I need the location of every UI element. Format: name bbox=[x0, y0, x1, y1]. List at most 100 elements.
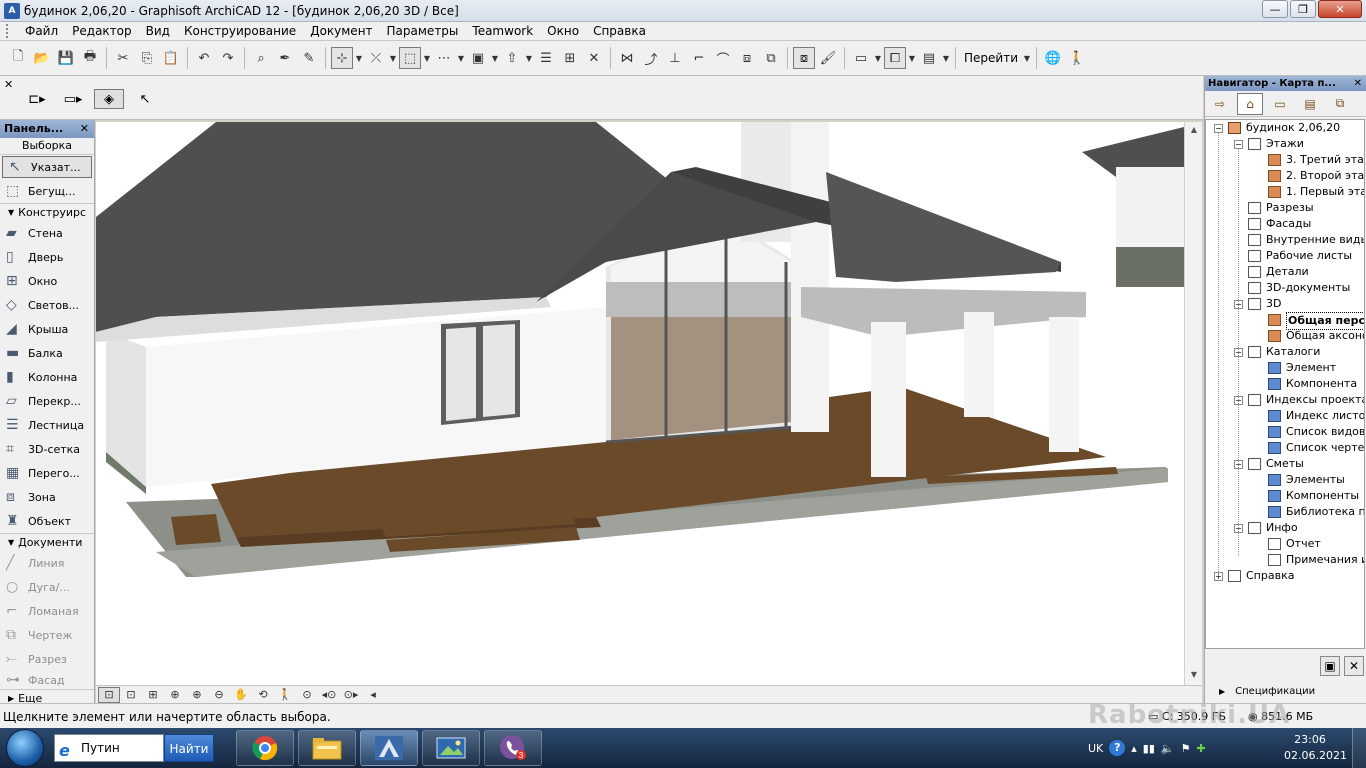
publisher-icon[interactable]: ⧉ bbox=[1327, 93, 1353, 115]
close-icon[interactable]: ✕ bbox=[1354, 76, 1362, 91]
goto-button[interactable]: Перейти bbox=[960, 51, 1022, 65]
taskbar-chrome[interactable] bbox=[236, 730, 294, 766]
save-icon[interactable]: 💾 bbox=[55, 47, 77, 69]
menu-grip[interactable] bbox=[6, 24, 14, 38]
tree-item[interactable]: Фасады bbox=[1206, 216, 1364, 232]
menu-file[interactable]: Файл bbox=[18, 22, 65, 41]
tool-arc[interactable]: ○ Дуга/... bbox=[0, 575, 94, 599]
3d-window-icon[interactable]: ⧠ bbox=[884, 47, 906, 69]
elevate-dropdown[interactable]: ▼ bbox=[524, 47, 534, 69]
zoom-out-icon[interactable]: ⊖ bbox=[208, 687, 230, 703]
project-chooser-icon[interactable]: ⇨ bbox=[1207, 93, 1233, 115]
tool-pointer[interactable]: ↖ Указат... bbox=[2, 156, 92, 178]
tree-item[interactable]: 1. Первый этаж bbox=[1206, 184, 1364, 200]
project-map-tree[interactable]: − будинок 2,06,20− Этажи 3. Третий этаж 2. В… bbox=[1205, 119, 1365, 649]
globe-icon[interactable]: 🌐 bbox=[1042, 47, 1064, 69]
volume-icon[interactable]: 🔈 bbox=[1161, 742, 1175, 755]
tree-item[interactable]: − Сметы bbox=[1206, 456, 1364, 472]
menu-edit[interactable]: Редактор bbox=[65, 22, 138, 41]
scroll-down-icon[interactable]: ▼ bbox=[1185, 667, 1203, 683]
network-icon[interactable]: ▮▮ bbox=[1143, 742, 1155, 755]
tool-elevation[interactable]: ⊶ Фасад bbox=[0, 671, 94, 689]
fit-in-window-icon[interactable]: ⊞ bbox=[142, 687, 164, 703]
adjust-icon[interactable]: ⤴ bbox=[640, 47, 662, 69]
delete-icon[interactable]: ✕ bbox=[1344, 656, 1364, 676]
arrow-pointer-icon[interactable]: ↖ bbox=[130, 89, 160, 109]
scroll-left-icon[interactable]: ◂ bbox=[362, 687, 384, 703]
undo-icon[interactable]: ↶ bbox=[193, 47, 215, 69]
tree-item[interactable]: Компонента bbox=[1206, 376, 1364, 392]
tree-item[interactable]: − Этажи bbox=[1206, 136, 1364, 152]
tree-item[interactable]: − будинок 2,06,20 bbox=[1206, 120, 1364, 136]
paste-icon[interactable]: 📋 bbox=[160, 47, 182, 69]
menu-options[interactable]: Параметры bbox=[380, 22, 466, 41]
redo-icon[interactable]: ↷ bbox=[217, 47, 239, 69]
polygon-select-icon[interactable]: ⊏▸ bbox=[22, 89, 52, 109]
tree-item[interactable]: 2. Второй этаж bbox=[1206, 168, 1364, 184]
marker-icon[interactable]: 🖌 bbox=[817, 47, 839, 69]
layout-book-icon[interactable]: ▤ bbox=[1297, 93, 1323, 115]
tree-item[interactable]: + Справка bbox=[1206, 568, 1364, 584]
tree-item[interactable]: 3D-документы bbox=[1206, 280, 1364, 296]
layout-dropdown[interactable]: ▼ bbox=[941, 47, 951, 69]
suspend-groups-icon[interactable]: ⬚ bbox=[399, 47, 421, 69]
menu-window[interactable]: Окно bbox=[540, 22, 586, 41]
specifications-toggle[interactable]: ▶ Спецификации bbox=[1219, 686, 1315, 697]
tree-item[interactable]: Библиотека по bbox=[1206, 504, 1364, 520]
view-dropdown[interactable]: ▼ bbox=[873, 47, 883, 69]
start-button[interactable] bbox=[6, 729, 44, 767]
tool-object[interactable]: ♜ Объект bbox=[0, 509, 94, 533]
print-icon[interactable]: 🖶 bbox=[79, 47, 101, 69]
rectangle-select-icon[interactable]: ▭▸ bbox=[58, 89, 88, 109]
menu-view[interactable]: Вид bbox=[139, 22, 177, 41]
trim-icon[interactable]: ⊥ bbox=[664, 47, 686, 69]
grid-dropdown[interactable]: ▼ bbox=[456, 47, 466, 69]
tool-slab[interactable]: ▱ Перекр... bbox=[0, 389, 94, 413]
tool-column[interactable]: ▮ Колонна bbox=[0, 365, 94, 389]
offset-icon[interactable]: ⧈ bbox=[736, 47, 758, 69]
tree-item[interactable]: Внутренние виды bbox=[1206, 232, 1364, 248]
taskbar-viber[interactable]: 3 bbox=[484, 730, 542, 766]
taskbar-explorer[interactable] bbox=[298, 730, 356, 766]
suspend-groups-dropdown[interactable]: ▼ bbox=[422, 47, 432, 69]
layout-icon[interactable]: ▤ bbox=[918, 47, 940, 69]
guide-lines-icon[interactable]: ⤫ bbox=[365, 47, 387, 69]
view-map-icon[interactable]: ▭ bbox=[1267, 93, 1293, 115]
close-icon[interactable]: ✕ bbox=[80, 120, 89, 138]
tree-item[interactable]: Рабочие листы bbox=[1206, 248, 1364, 264]
tool-line[interactable]: ╱ Линия bbox=[0, 551, 94, 575]
zoom-back-icon[interactable]: ◂⊙ bbox=[318, 687, 340, 703]
flag-icon[interactable]: ⚑ bbox=[1181, 742, 1191, 755]
tool-mesh[interactable]: ⌗ 3D-сетка bbox=[0, 437, 94, 461]
archicad-app-icon[interactable]: A bbox=[4, 2, 20, 19]
3d-viewport[interactable] bbox=[96, 122, 1184, 685]
open-folder-icon[interactable]: 📂 bbox=[31, 47, 53, 69]
tree-item[interactable]: − Каталоги bbox=[1206, 344, 1364, 360]
goto-dropdown[interactable]: ▼ bbox=[1022, 47, 1032, 69]
document-section-toggle[interactable]: ▼ Документи bbox=[0, 533, 94, 551]
navigation-mode-icon[interactable]: ⊡ bbox=[98, 686, 120, 703]
security-icon[interactable]: ✚ bbox=[1196, 742, 1205, 755]
layer-icon[interactable]: ▣ bbox=[467, 47, 489, 69]
zoom-window-icon[interactable]: ⊡ bbox=[120, 687, 142, 703]
cut-icon[interactable]: ✂ bbox=[112, 47, 134, 69]
search-button[interactable]: Найти bbox=[164, 734, 214, 762]
new-file-icon[interactable]: 🗋 bbox=[7, 47, 29, 69]
menu-document[interactable]: Документ bbox=[303, 22, 379, 41]
taskbar-archicad[interactable] bbox=[360, 730, 418, 766]
walk-icon[interactable]: 🚶 bbox=[1066, 47, 1088, 69]
tool-curtain-wall[interactable]: ▦ Перего... bbox=[0, 461, 94, 485]
trace-icon[interactable]: ⧇ bbox=[793, 47, 815, 69]
intersect-icon[interactable]: ⌐ bbox=[688, 47, 710, 69]
viewport-vertical-scrollbar[interactable]: ▲ ▼ bbox=[1184, 122, 1202, 685]
pan-hand-icon[interactable]: ✋ bbox=[230, 687, 252, 703]
copy-icon[interactable]: ⎘ bbox=[136, 47, 158, 69]
explode-icon[interactable]: ⧉ bbox=[760, 47, 782, 69]
tree-item[interactable]: 3. Третий этаж bbox=[1206, 152, 1364, 168]
tool-wall[interactable]: ▰ Стена bbox=[0, 221, 94, 245]
restore-button[interactable]: ❐ bbox=[1290, 0, 1316, 18]
tool-polyline[interactable]: ⌐ Ломаная bbox=[0, 599, 94, 623]
tool-marquee[interactable]: ⬚ Бегущ... bbox=[0, 179, 94, 203]
search-input[interactable]: e Путин bbox=[54, 734, 164, 762]
syringe-icon[interactable]: ✎ bbox=[298, 47, 320, 69]
